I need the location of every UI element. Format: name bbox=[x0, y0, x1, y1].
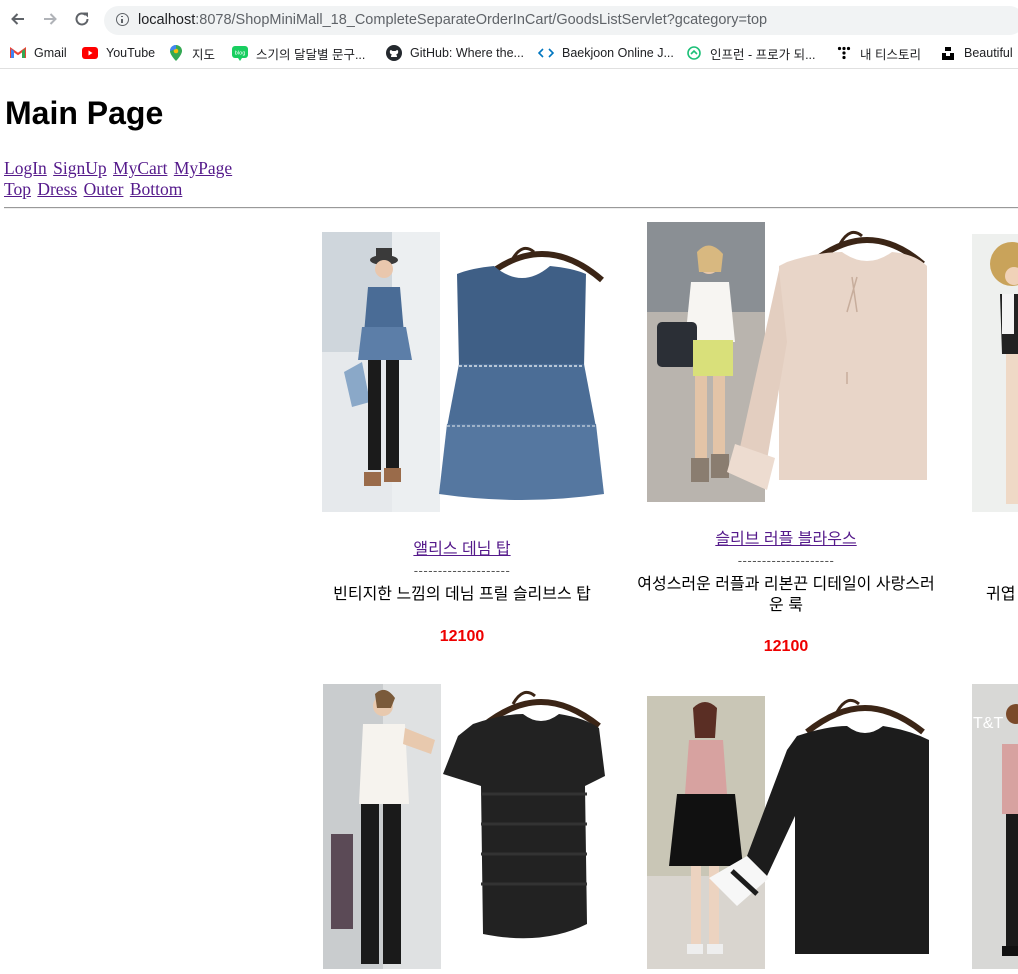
product-description: 빈티지한 느낌의 데님 프릴 슬리브스 탑 bbox=[333, 586, 591, 603]
product-card bbox=[631, 674, 941, 974]
forward-icon[interactable] bbox=[39, 8, 61, 30]
category-dress-link[interactable]: Dress bbox=[37, 179, 77, 199]
product-image[interactable]: T&T bbox=[972, 684, 1018, 969]
product-price: 12100 bbox=[439, 628, 485, 645]
product-image[interactable] bbox=[647, 696, 929, 969]
bookmarks-bar: Gmail YouTube 지도 blog 스기의 달달별 문구... GitH… bbox=[0, 40, 1018, 69]
maps-icon bbox=[168, 45, 184, 61]
category-outer-link[interactable]: Outer bbox=[84, 179, 124, 199]
reload-icon[interactable] bbox=[71, 8, 93, 30]
category-nav: Top Dress Outer Bottom bbox=[4, 179, 184, 200]
product-description: 귀엽 bbox=[986, 586, 1016, 603]
product-card: 슬리브 러플 블라우스 -------------------- 여성스러운 러… bbox=[631, 222, 941, 672]
browser-toolbar: localhost:8078/ShopMiniMall_18_CompleteS… bbox=[0, 0, 1018, 40]
product-separator: -------------------- bbox=[737, 553, 835, 568]
bookmark-tistory[interactable]: 내 티스토리 bbox=[836, 43, 921, 63]
account-nav: LogIn SignUp MyCart MyPage bbox=[4, 158, 234, 179]
category-bottom-link[interactable]: Bottom bbox=[130, 179, 183, 199]
product-image[interactable] bbox=[647, 222, 927, 502]
product-image[interactable] bbox=[322, 232, 604, 512]
unsplash-icon bbox=[940, 45, 956, 61]
product-price: 12100 bbox=[763, 638, 809, 655]
github-icon bbox=[386, 45, 402, 61]
inflearn-icon bbox=[686, 45, 702, 61]
bookmark-github[interactable]: GitHub: Where the... bbox=[386, 43, 524, 63]
bookmark-beautiful[interactable]: Beautiful bbox=[940, 43, 1013, 63]
blog-icon: blog bbox=[232, 45, 248, 61]
url-text: localhost:8078/ShopMiniMall_18_CompleteS… bbox=[138, 12, 768, 28]
back-icon[interactable] bbox=[7, 8, 29, 30]
bookmark-gmail[interactable]: Gmail bbox=[10, 43, 67, 63]
code-icon bbox=[538, 45, 554, 61]
youtube-icon bbox=[82, 45, 98, 61]
product-name-link[interactable]: 슬리브 러플 블라우스 bbox=[631, 525, 941, 549]
product-name-link[interactable]: 앨리스 데님 탑 bbox=[307, 535, 617, 559]
svg-text:blog: blog bbox=[235, 50, 246, 56]
svg-text:T&T: T&T bbox=[973, 715, 1003, 732]
product-card: 앨리스 데님 탑 -------------------- 빈티지한 느낌의 데… bbox=[307, 222, 617, 662]
signup-link[interactable]: SignUp bbox=[53, 158, 106, 178]
product-image[interactable] bbox=[972, 234, 1018, 512]
bookmark-youtube[interactable]: YouTube bbox=[82, 43, 155, 63]
site-info-icon[interactable] bbox=[116, 13, 129, 26]
tistory-icon bbox=[836, 45, 852, 61]
product-description: 여성스러운 러플과 리본끈 디테일이 사랑스러운 룩 bbox=[637, 576, 935, 614]
product-separator: -------------------- bbox=[413, 563, 511, 578]
product-card: 귀엽 bbox=[956, 222, 1018, 662]
product-card bbox=[307, 674, 617, 974]
page-title: Main Page bbox=[5, 95, 164, 131]
mypage-link[interactable]: MyPage bbox=[174, 158, 232, 178]
bookmark-baekjoon[interactable]: Baekjoon Online J... bbox=[538, 43, 674, 63]
category-top-link[interactable]: Top bbox=[4, 179, 31, 199]
mycart-link[interactable]: MyCart bbox=[113, 158, 167, 178]
login-link[interactable]: LogIn bbox=[4, 158, 47, 178]
bookmark-maps[interactable]: 지도 bbox=[168, 43, 215, 63]
bookmark-inflearn[interactable]: 인프런 - 프로가 되... bbox=[686, 43, 816, 63]
bookmark-blog[interactable]: blog 스기의 달달별 문구... bbox=[232, 43, 365, 63]
divider bbox=[4, 207, 1018, 209]
product-image[interactable] bbox=[323, 684, 605, 969]
address-bar[interactable]: localhost:8078/ShopMiniMall_18_CompleteS… bbox=[104, 6, 1018, 35]
gmail-icon bbox=[10, 45, 26, 61]
product-card: T&T bbox=[956, 674, 1018, 974]
